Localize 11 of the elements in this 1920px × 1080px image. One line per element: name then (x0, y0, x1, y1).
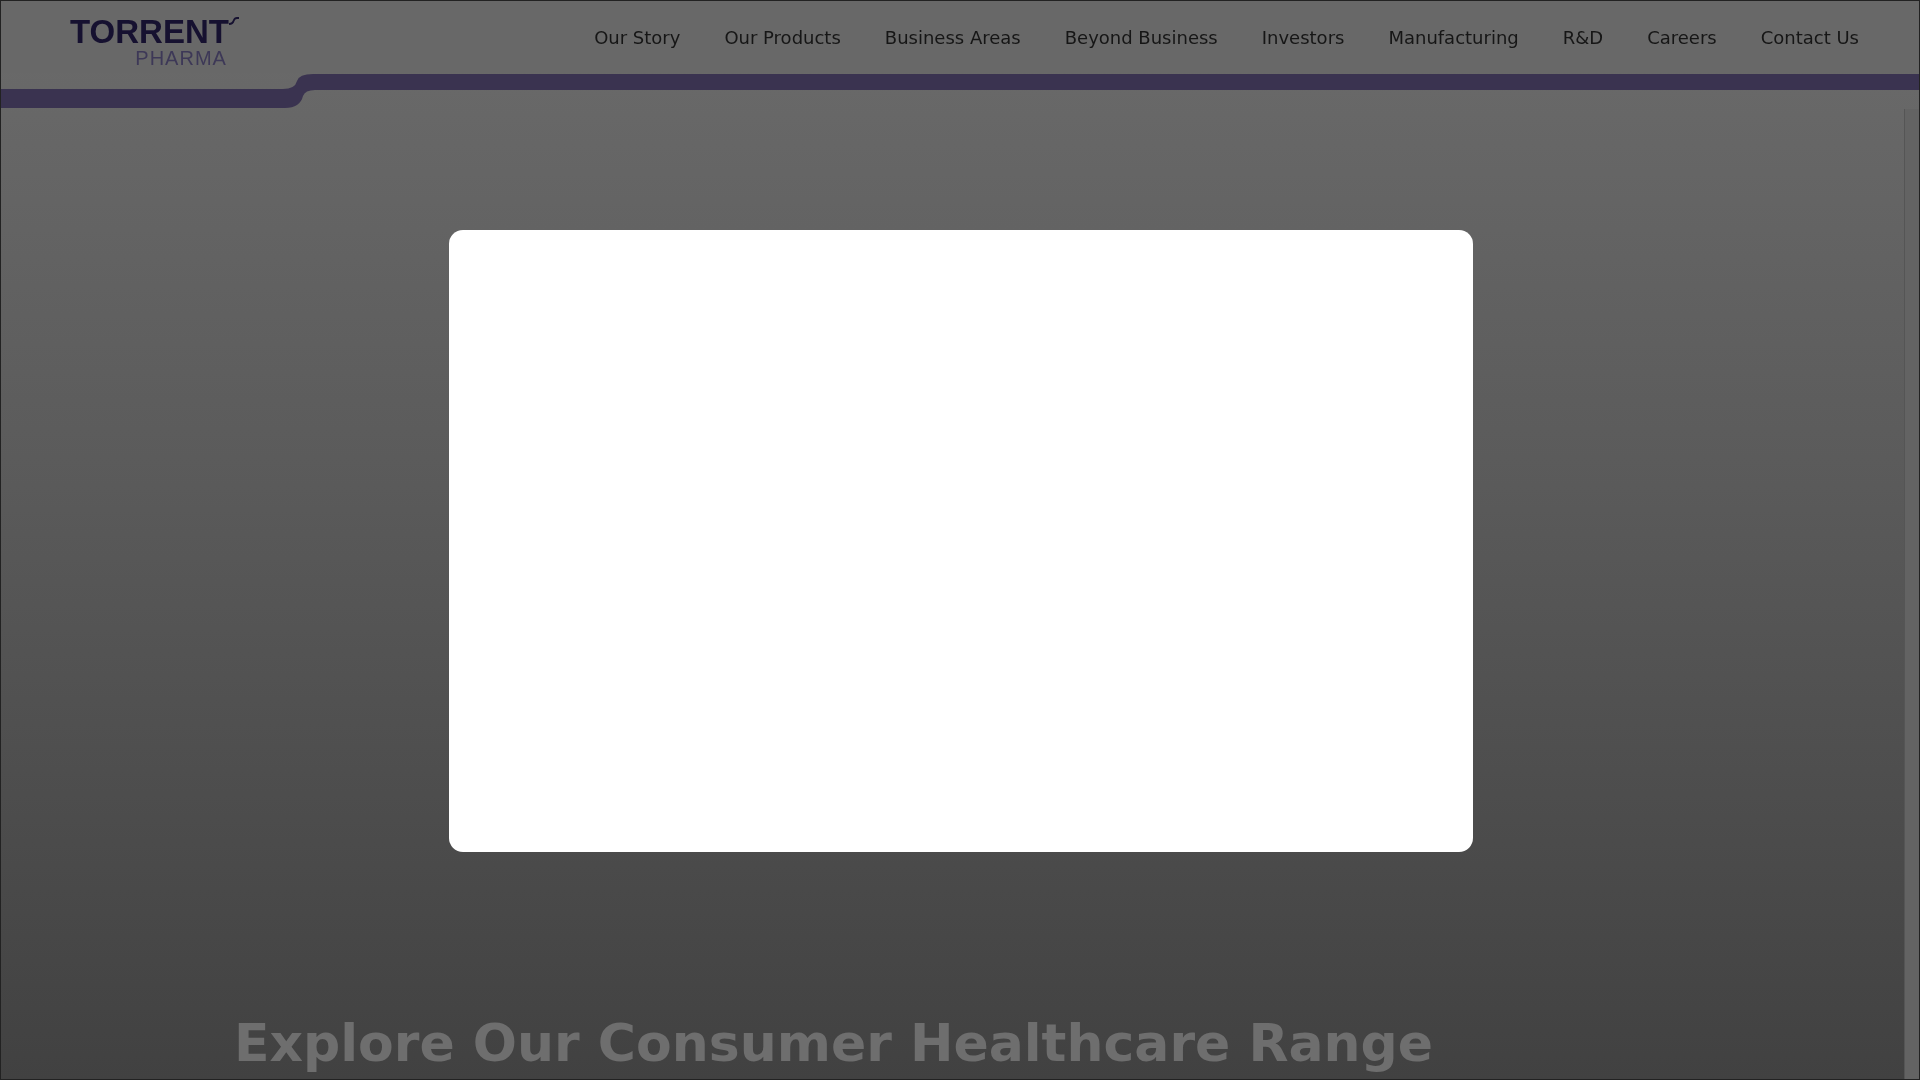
nav-link[interactable]: Investors (1261, 26, 1345, 48)
nav-link[interactable]: R&D (1562, 26, 1604, 48)
logo-wordmark[interactable]: TORRENT (70, 17, 229, 47)
nav-link[interactable]: Manufacturing (1388, 26, 1519, 48)
nav-link[interactable]: Our Story (594, 26, 681, 48)
nav-link[interactable]: Beyond Business (1064, 26, 1218, 48)
nav-link[interactable]: Our Products (724, 26, 841, 48)
nav-link[interactable]: Contact Us (1760, 26, 1859, 48)
logo-accent-icon (228, 17, 239, 25)
nav-link[interactable]: Business Areas (884, 26, 1021, 48)
nav-link[interactable]: Careers (1647, 26, 1717, 48)
